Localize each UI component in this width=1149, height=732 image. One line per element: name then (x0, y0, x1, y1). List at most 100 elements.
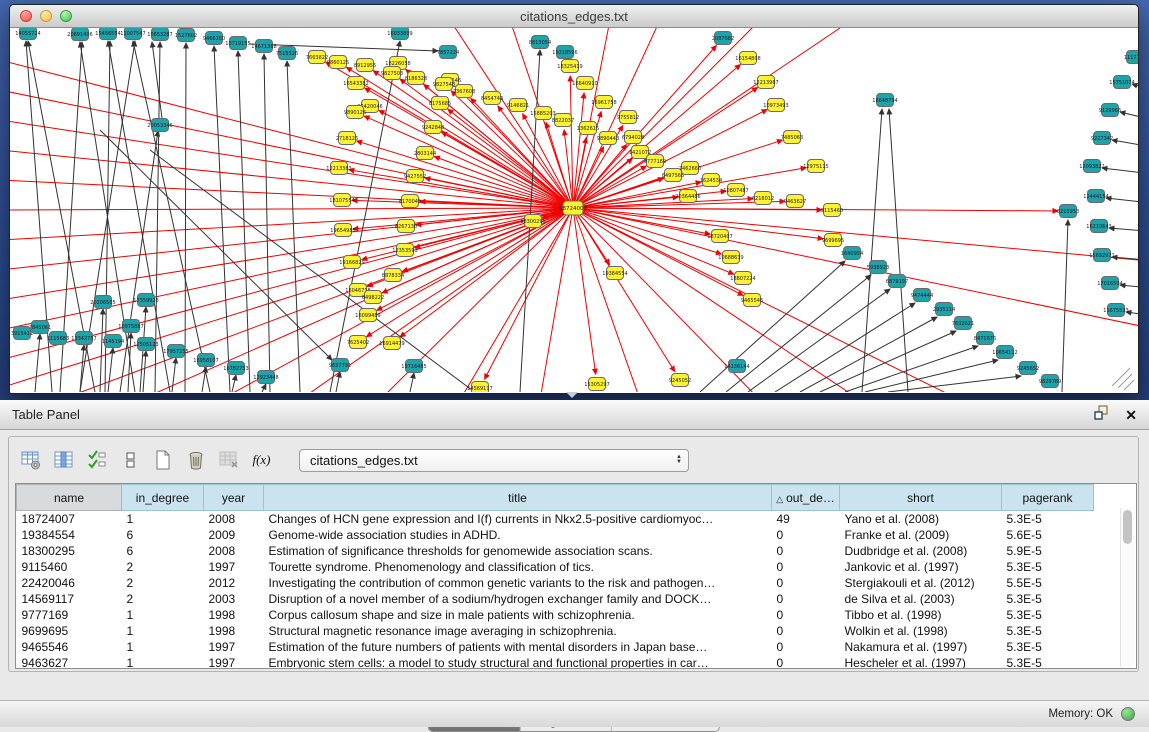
table-cell[interactable]: 0 (772, 591, 840, 607)
network-node[interactable]: 14055724 (15, 28, 40, 40)
network-node[interactable]: 8267130 (395, 220, 417, 233)
table-row[interactable]: 911546021997Tourette syndrome. Phenomeno… (17, 559, 1094, 575)
table-cell[interactable]: 9115460 (17, 559, 122, 575)
table-cell[interactable]: 5.3E-5 (1002, 623, 1094, 639)
network-node[interactable]: 1362615 (577, 122, 599, 135)
network-node[interactable]: 16033809 (387, 28, 412, 40)
network-node[interactable]: 9829789 (1039, 375, 1061, 388)
table-cell[interactable]: 0 (772, 607, 840, 623)
network-node[interactable]: 9777169 (644, 155, 666, 168)
create-column-button[interactable] (149, 447, 176, 474)
network-node[interactable]: 7632621 (952, 317, 974, 330)
network-node[interactable]: 1115683 (47, 332, 69, 345)
network-node[interactable]: 9227342 (1091, 132, 1113, 145)
table-cell[interactable]: Disruption of a novel member of a sodium… (264, 591, 772, 607)
network-node[interactable]: 15305297 (584, 378, 609, 391)
network-node[interactable]: 7515526 (276, 47, 298, 60)
network-node[interactable]: 9890443 (597, 132, 619, 145)
network-node[interactable]: 19716485 (401, 360, 426, 373)
network-node[interactable]: 6794028 (622, 131, 644, 144)
table-cell[interactable]: 9465546 (17, 639, 122, 655)
network-node[interactable]: 9463627 (784, 195, 806, 208)
column-header-in-degree[interactable]: in_degree (122, 485, 204, 511)
network-node[interactable]: 9242848 (422, 121, 444, 134)
panel-splitter-handle[interactable] (566, 392, 578, 398)
table-cell[interactable]: 1997 (204, 639, 264, 655)
network-node[interactable]: 12444154 (1083, 190, 1108, 203)
table-cell[interactable]: 1 (122, 639, 204, 655)
table-cell[interactable]: 0 (772, 559, 840, 575)
table-row[interactable]: 1938455462009Genome-wide association stu… (17, 527, 1094, 543)
column-header-out-degree[interactable]: △out_de… (772, 485, 840, 511)
network-node[interactable]: 9827548 (433, 78, 455, 91)
network-node[interactable]: 16782753 (223, 362, 248, 375)
table-cell[interactable]: 14569117 (17, 591, 122, 607)
network-node[interactable]: 16640910 (572, 77, 597, 90)
network-node[interactable]: 9427552 (404, 170, 426, 183)
network-node[interactable]: 18807224 (730, 272, 755, 285)
table-cell[interactable]: Estimation of the future numbers of pati… (264, 639, 772, 655)
network-node[interactable]: 9129966 (1099, 104, 1121, 117)
network-node[interactable]: 19384554 (602, 267, 627, 280)
table-cell[interactable]: 5.3E-5 (1002, 591, 1094, 607)
network-node[interactable]: 10654112 (992, 346, 1017, 359)
network-node[interactable]: 9827503 (381, 67, 403, 80)
table-cell[interactable]: 0 (772, 639, 840, 655)
network-node[interactable]: 8878334 (382, 269, 404, 282)
table-mode-button[interactable] (17, 447, 44, 474)
table-cell[interactable]: 5.3E-5 (1002, 511, 1094, 527)
table-cell[interactable]: 1997 (204, 559, 264, 575)
table-cell[interactable]: Yano et al. (2008) (840, 511, 1002, 527)
network-node[interactable]: 2367608 (453, 85, 475, 98)
network-node[interactable]: 7485063 (781, 131, 803, 144)
network-node[interactable]: 18724007 (559, 201, 587, 215)
table-cell[interactable]: 2 (122, 559, 204, 575)
network-node[interactable]: 7625402 (347, 336, 369, 349)
network-node[interactable]: 9146821 (507, 99, 529, 112)
network-node[interactable]: 20053346 (147, 119, 172, 132)
network-node[interactable]: 12093822 (1079, 160, 1104, 173)
network-node[interactable]: 9474444 (911, 289, 933, 302)
table-cell[interactable]: Changes of HCN gene expression and I(f) … (264, 511, 772, 527)
network-node[interactable]: 9466160 (203, 32, 225, 45)
table-cell[interactable]: Stergiakouli et al. (2012) (840, 575, 1002, 591)
table-cell[interactable]: 0 (772, 623, 840, 639)
network-node[interactable]: 8822037 (552, 114, 574, 127)
network-node[interactable]: 8454743 (481, 92, 503, 105)
network-node[interactable]: 1117744 (1124, 51, 1138, 64)
network-node[interactable]: 8912955 (354, 59, 376, 72)
table-row[interactable]: 1830029562008Estimation of significance … (17, 543, 1094, 559)
table-cell[interactable]: 5.3E-5 (1002, 559, 1094, 575)
table-cell[interactable]: 2 (122, 591, 204, 607)
table-row[interactable]: 2242004622012Investigating the contribut… (17, 575, 1094, 591)
table-selector-dropdown[interactable]: citations_edges.txt ▲▼ (299, 449, 689, 472)
table-cell[interactable]: 1 (122, 607, 204, 623)
table-cell[interactable]: Jankovic et al. (1997) (840, 559, 1002, 575)
delete-column-button[interactable] (182, 447, 209, 474)
show-columns-button[interactable] (50, 447, 77, 474)
table-cell[interactable]: 5.3E-5 (1002, 607, 1094, 623)
network-node[interactable]: 1145194 (102, 335, 124, 348)
table-cell[interactable]: 9463627 (17, 655, 122, 670)
table-cell[interactable]: Genome-wide association studies in ADHD. (264, 527, 772, 543)
delete-table-button[interactable] (215, 447, 242, 474)
network-node[interactable]: 7845061 (29, 321, 51, 334)
network-node[interactable]: 11007547 (120, 28, 145, 40)
network-node[interactable]: 15692971 (1089, 249, 1114, 262)
table-cell[interactable]: 5.6E-5 (1002, 527, 1094, 543)
network-node[interactable]: 15751074 (1109, 76, 1134, 89)
column-header-name[interactable]: name (17, 485, 122, 511)
network-node[interactable]: 6216012 (752, 192, 774, 205)
network-node[interactable]: 18325419 (557, 60, 582, 73)
network-node[interactable]: 9465546 (741, 294, 763, 307)
table-cell[interactable]: 9777169 (17, 607, 122, 623)
network-node[interactable]: 2935114 (933, 303, 955, 316)
table-cell[interactable]: 6 (122, 543, 204, 559)
table-cell[interactable]: 1998 (204, 607, 264, 623)
network-node[interactable]: 14569117 (467, 382, 492, 393)
table-cell[interactable]: Structural magnetic resonance image aver… (264, 623, 772, 639)
network-node[interactable]: 8498222 (362, 291, 384, 304)
network-node[interactable]: 16914479 (379, 337, 404, 350)
network-node[interactable]: 6879197 (886, 275, 908, 288)
network-node[interactable]: 16648794 (872, 94, 897, 107)
